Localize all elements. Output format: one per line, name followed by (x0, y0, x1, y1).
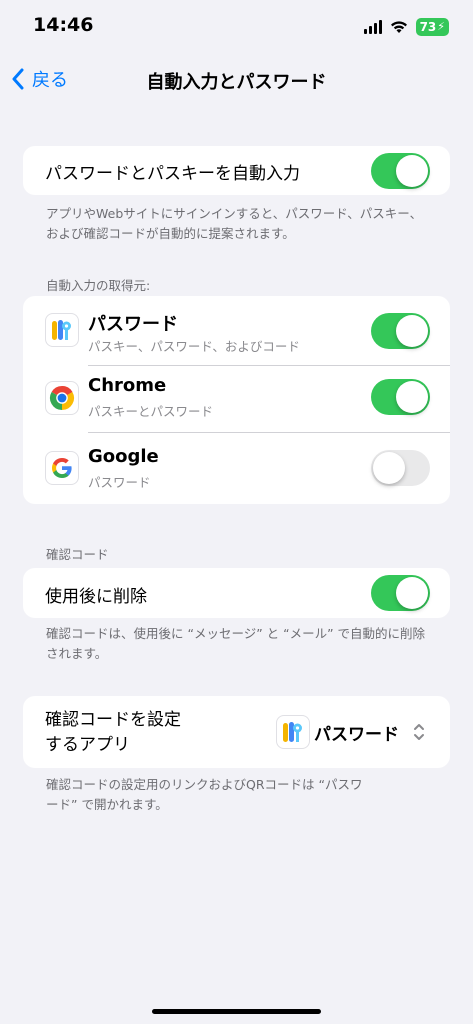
chevron-up-down-icon (414, 724, 424, 740)
source-row-chrome[interactable]: Chrome パスキーとパスワード (23, 365, 450, 432)
battery-icon: 73 ⚡ (415, 18, 449, 36)
wifi-icon (390, 21, 407, 33)
google-toggle[interactable] (371, 450, 430, 486)
setup-label-line2: するアプリ (45, 735, 130, 755)
chrome-toggle[interactable] (371, 379, 430, 415)
autofill-group: パスワードとパスキーを自動入力 (23, 146, 450, 195)
source-row-passwords[interactable]: パスワード パスキー、パスワード、およびコード (23, 296, 450, 365)
autofill-toggle[interactable] (371, 153, 430, 189)
setup-app-group[interactable]: 確認コードを設定 するアプリ パスワード (23, 696, 450, 768)
chrome-icon (45, 381, 79, 415)
source-subtitle: パスワード (88, 475, 151, 490)
status-time: 14:46 (33, 14, 94, 36)
source-subtitle: パスキー、パスワード、およびコード (88, 339, 300, 354)
toggle-knob (396, 577, 428, 609)
delete-after-use-toggle[interactable] (371, 575, 430, 611)
autofill-footnote: アプリやWebサイトにサインインすると、パスワード、パスキー、および確認コードが… (46, 206, 423, 241)
google-icon (45, 451, 79, 485)
verification-footnote: 確認コードは、使用後に “メッセージ” と “メール” で自動的に削除されます。 (46, 626, 426, 661)
source-row-google[interactable]: Google パスワード (23, 432, 450, 504)
source-title: パスワード (88, 314, 178, 335)
battery-level: 73 (419, 20, 437, 34)
toggle-knob (373, 452, 405, 484)
setup-app-label: 確認コードを設定 するアプリ (45, 708, 181, 758)
passwords-app-icon (45, 313, 79, 347)
home-indicator[interactable] (152, 1009, 321, 1014)
passwords-app-icon (276, 715, 310, 749)
source-title: Chrome (88, 375, 167, 396)
setup-footnote: 確認コードの設定用のリンクおよびQRコードは “パスワード” で開かれます。 (46, 777, 363, 812)
page-title: 自動入力とパスワード (146, 72, 327, 93)
source-title: Google (88, 446, 159, 467)
toggle-knob (396, 315, 428, 347)
navigation-bar: 戻る 自動入力とパスワード (0, 60, 473, 100)
passwords-toggle[interactable] (371, 313, 430, 349)
status-bar: 14:46 73 ⚡ (0, 0, 473, 56)
cellular-signal-icon (363, 20, 382, 34)
toggle-knob (396, 381, 428, 413)
delete-after-use-label: 使用後に削除 (45, 587, 147, 607)
setup-selected-app[interactable]: パスワード (314, 720, 399, 745)
source-subtitle: パスキーとパスワード (88, 404, 214, 419)
sources-group: パスワード パスキー、パスワード、およびコード Chrome パスキーとパスワー… (23, 296, 450, 504)
verification-group: 使用後に削除 (23, 568, 450, 618)
setup-label-line1: 確認コードを設定 (45, 710, 181, 730)
verification-header: 確認コード (46, 547, 109, 562)
autofill-label: パスワードとパスキーを自動入力 (45, 164, 300, 184)
status-icons: 73 ⚡ (363, 18, 449, 36)
sources-header: 自動入力の取得元: (46, 278, 151, 293)
toggle-knob (396, 155, 428, 187)
